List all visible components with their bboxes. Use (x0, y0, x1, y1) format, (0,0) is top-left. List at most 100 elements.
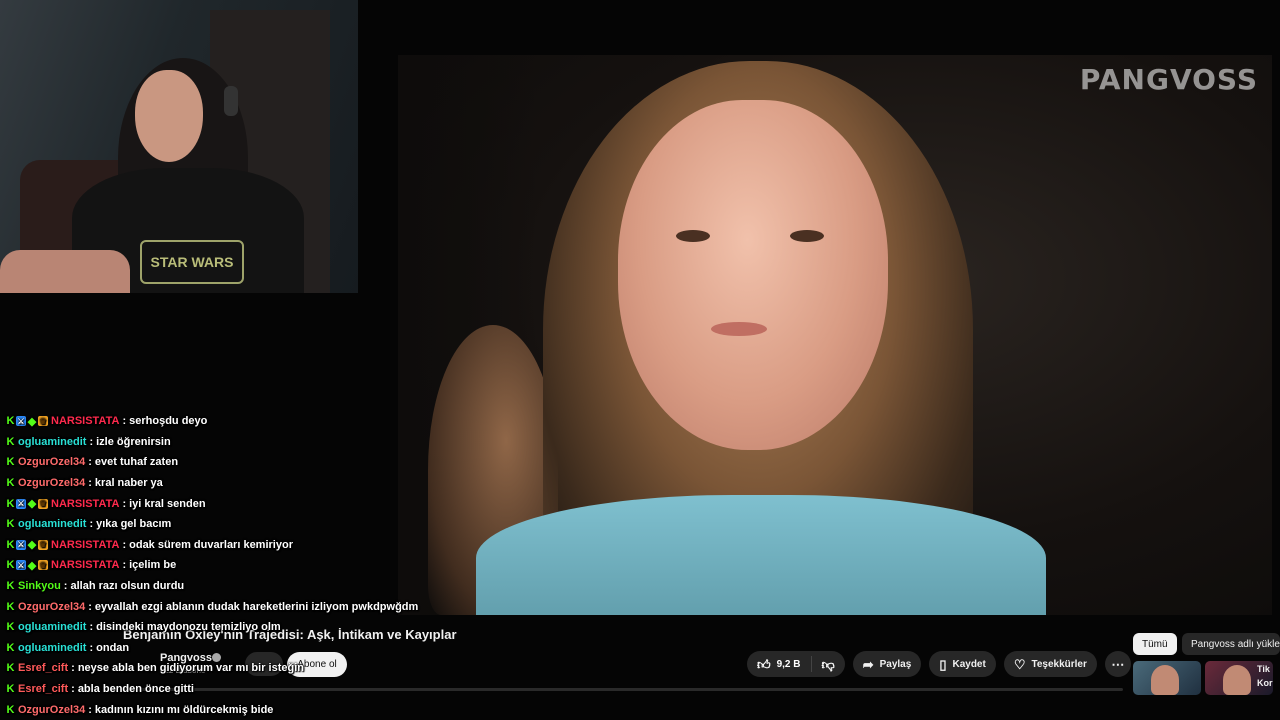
streamer-face (135, 70, 203, 162)
chat-message: K OzgurOzel34: evet tuhaf zaten (6, 452, 426, 473)
chat-badges: K ⚔ ◆ ♛ (6, 538, 48, 552)
chat-badges: K (6, 703, 15, 716)
share-button[interactable]: ➦ Paylaş (852, 651, 922, 677)
vip-badge-icon: ◆ (27, 415, 37, 428)
chat-message: K OzgurOzel34: eyvallah ezgi ablanın dudak… (6, 596, 426, 617)
chat-message: Kogluaminedit: disindeki maydonozu temizl… (6, 617, 426, 638)
share-arrow-icon: ➦ (862, 656, 874, 672)
video-child-mouth (711, 322, 767, 336)
chat-message: K OzgurOzel34: kral naber ya (6, 473, 426, 494)
crown-badge-icon: ♛ (38, 498, 48, 509)
chat-username[interactable]: Sinkyou (18, 580, 61, 592)
chat-username[interactable]: ogluaminedit (18, 621, 86, 633)
like-button[interactable]: 👍︎ 9,2 B (747, 651, 811, 677)
kick-badge-icon: K (6, 662, 15, 675)
save-label: Kaydet (952, 658, 986, 670)
chat-separator: : (89, 518, 94, 531)
chat-badges: K (6, 600, 15, 613)
chat-username[interactable]: OzgurOzel34 (18, 477, 85, 489)
chip-all[interactable]: Tümü (1133, 633, 1177, 655)
chat-username[interactable]: Esref_cift (18, 683, 68, 695)
chat-username[interactable]: NARSISTATA (51, 559, 119, 571)
bookmark-icon: ▯ (939, 656, 947, 672)
chat-username[interactable]: NARSISTATA (51, 539, 119, 551)
chat-message: K Sinkyou: allah razı olsun durdu (6, 576, 426, 597)
chat-message: Kogluaminedit: izle öğrenirsin (6, 432, 426, 453)
share-label: Paylaş (879, 658, 912, 670)
like-count: 9,2 B (776, 658, 801, 670)
related-thumbnail[interactable] (1133, 661, 1201, 695)
chat-message: K ⚔ ◆ ♛ NARSISTATA: odak sürem duvarları kemi… (6, 535, 426, 556)
chat-username[interactable]: NARSISTATA (51, 415, 119, 427)
headset-icon (224, 86, 238, 116)
channel-watermark: PANGVOSS (1079, 63, 1258, 96)
chat-separator: : (63, 580, 68, 593)
kick-badge-icon: K (6, 435, 15, 448)
kick-badge-icon: K (6, 703, 15, 716)
chat-text: odak sürem duvarları kemiriyor (129, 538, 293, 551)
kick-badge-icon: K (6, 415, 15, 428)
more-actions-button[interactable]: ⋯ (1104, 651, 1131, 677)
webcam-overlay: STAR WARS (0, 0, 358, 293)
chat-message: Kogluaminedit: yıka gel bacım (6, 514, 426, 535)
kick-badge-icon: K (6, 641, 15, 654)
chat-message: K ⚔ ◆ ♛ NARSISTATA: serhoşdu deyo (6, 411, 426, 432)
chat-message: K Esref_cift: abla benden önce gitti (6, 679, 426, 700)
thumbs-up-icon: 👍︎ (757, 656, 771, 672)
chat-username[interactable]: ogluaminedit (18, 642, 86, 654)
video-player[interactable]: PANGVOSS (398, 55, 1272, 615)
save-button[interactable]: ▯ Kaydet (929, 651, 996, 677)
kick-badge-icon: K (6, 621, 15, 634)
thumbnail-person (1151, 665, 1179, 695)
mod-badge-icon: ⚔ (16, 539, 26, 550)
kick-badge-icon: K (6, 538, 15, 551)
chat-badges: K ⚔ ◆ ♛ (6, 559, 48, 572)
chat-separator: : (71, 683, 75, 696)
chat-username[interactable]: NARSISTATA (51, 498, 119, 510)
kick-badge-icon: K (6, 600, 15, 613)
dislike-button[interactable]: 👎︎ (812, 651, 845, 677)
chat-text: disindeki maydonozu temizliyo olm (96, 621, 281, 634)
chat-separator: : (89, 641, 94, 654)
chat-message: K ⚔ ◆ ♛ NARSISTATA: içelim be (6, 555, 426, 576)
thanks-button[interactable]: ♡ Teşekkürler (1003, 651, 1097, 677)
chat-badges: K (6, 662, 15, 675)
chip-uploader[interactable]: Pangvoss adlı yükleyiciden (1182, 633, 1280, 655)
mod-badge-icon: ⚔ (16, 416, 26, 427)
kick-badge-icon: K (6, 477, 15, 490)
chat-message: K ⚔ ◆ ♛ NARSISTATA: iyi kral senden (6, 493, 426, 514)
crown-badge-icon: ♛ (38, 539, 48, 550)
kick-badge-icon: K (6, 683, 15, 696)
chat-badges: K (6, 477, 15, 490)
chat-text: neyse abla ben gidiyorum var mı bir iste… (77, 662, 304, 675)
mod-badge-icon: ⚔ (16, 560, 26, 571)
related-video-title[interactable]: Tik Kor (1257, 662, 1280, 690)
chat-username[interactable]: OzgurOzel34 (18, 704, 85, 716)
chat-text: serhoşdu deyo (129, 415, 208, 428)
chat-badges: K (6, 456, 15, 468)
chat-badges: K ⚔ ◆ ♛ (6, 498, 48, 510)
chat-separator: : (89, 621, 94, 634)
chat-username[interactable]: OzgurOzel34 (18, 456, 85, 468)
chat-username[interactable]: ogluaminedit (18, 518, 86, 530)
chat-badges: K (6, 435, 15, 448)
chat-text: yıka gel bacım (96, 518, 172, 531)
thumbnail-person (1223, 665, 1251, 695)
chat-text: evet tuhaf zaten (94, 456, 179, 469)
chat-text: abla benden önce gitti (77, 683, 194, 696)
chat-username[interactable]: Esref_cift (18, 662, 68, 674)
chat-username[interactable]: ogluaminedit (18, 436, 86, 448)
chat-badges: K (6, 641, 15, 654)
chat-overlay: K ⚔ ◆ ♛ NARSISTATA: serhoşdu deyo Kogluaminedi… (6, 411, 426, 720)
chat-badges: K (6, 621, 15, 634)
chat-text: içelim be (129, 559, 177, 572)
chat-separator: : (122, 415, 127, 428)
chat-text: allah razı olsun durdu (70, 580, 185, 593)
chat-username[interactable]: OzgurOzel34 (18, 601, 85, 613)
chat-separator: : (122, 559, 127, 572)
vip-badge-icon: ◆ (27, 539, 37, 552)
chat-separator: : (88, 456, 92, 469)
more-icon: ⋯ (1111, 656, 1125, 672)
kick-badge-icon: K (6, 580, 15, 593)
chat-text: izle öğrenirsin (96, 435, 171, 448)
